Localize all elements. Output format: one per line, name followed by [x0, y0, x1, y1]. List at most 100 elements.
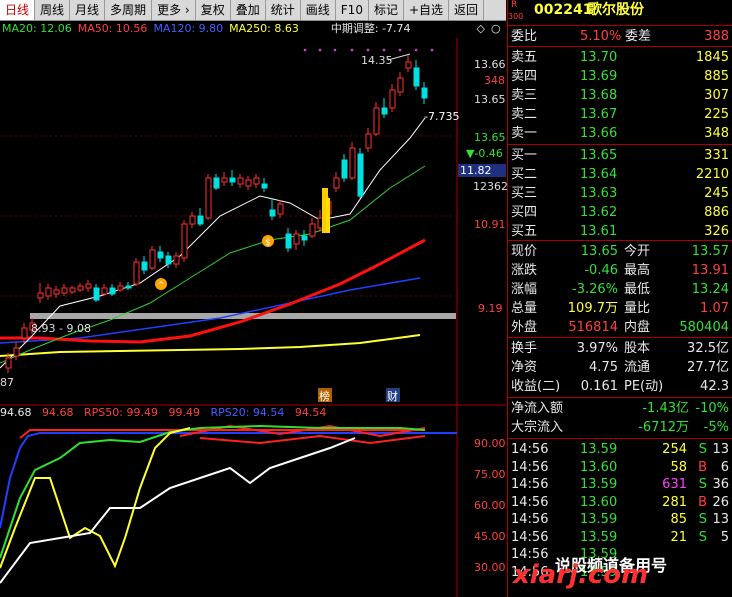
signal-dot	[398, 48, 402, 52]
bid-row[interactable]: 买五 13.61 326	[508, 222, 732, 241]
rps20-yellow-line	[0, 427, 191, 569]
bid-row[interactable]: 买四 13.62 886	[508, 203, 732, 222]
money-bag-icon-glyph: $	[265, 238, 271, 248]
quote-value-2: 13.57	[691, 244, 729, 259]
settings-diamond-icon[interactable]: ◇	[477, 20, 485, 38]
bid-price: 13.62	[580, 205, 618, 220]
ask-row[interactable]: 卖三 13.68 307	[508, 86, 732, 105]
tab-daily[interactable]: 日线	[0, 0, 36, 20]
candle-body	[85, 283, 92, 289]
ask-price: 13.69	[580, 69, 618, 84]
ask-label: 卖一	[511, 126, 538, 141]
rps20-label: RPS20: 94.54	[210, 406, 285, 419]
tick-side: B	[698, 494, 707, 510]
tick-time: 14:56	[511, 494, 549, 510]
quote-label-2: 今开	[624, 244, 651, 259]
tick-price: 13.60	[580, 494, 618, 510]
flow-row[interactable]: 净流入额 -1.43亿 -10%	[508, 399, 732, 418]
candle-body	[109, 287, 116, 295]
quote-row[interactable]: 现价 13.65 今开 13.57	[508, 242, 732, 261]
tab-weekly[interactable]: 周线	[35, 0, 71, 20]
fin-label: 净资	[511, 360, 538, 375]
tick-row[interactable]: 14:56 13.59 631 S 36	[508, 476, 732, 493]
candle-body	[245, 179, 252, 187]
tick-row[interactable]: 14:56 13.59 254 S 13	[508, 441, 732, 458]
candle-body	[157, 251, 164, 259]
tick-row[interactable]: 14:56 13.60 58 B 6	[508, 459, 732, 476]
quote-row[interactable]: 涨跌 -0.46 最高 13.91	[508, 261, 732, 280]
overlay-button[interactable]: 叠加	[231, 0, 266, 20]
flow-row[interactable]: 大宗流入 -6712万 -5%	[508, 418, 732, 437]
ask-row[interactable]: 卖五 13.70 1845	[508, 48, 732, 67]
candle-body	[101, 287, 108, 295]
ask-volume: 885	[704, 69, 729, 84]
fin-value: 4.75	[589, 360, 618, 375]
quote-row[interactable]: 总量 109.7万 量比 1.07	[508, 299, 732, 318]
candle-body	[181, 223, 188, 259]
fin-value: 3.97%	[576, 341, 618, 356]
bid-row[interactable]: 买一 13.65 331	[508, 146, 732, 165]
stock-code: 002241	[534, 2, 593, 18]
tick-volume: 254	[662, 442, 687, 457]
flow-label: 大宗流入	[511, 420, 564, 435]
tick-time: 14:56	[511, 529, 549, 545]
tick-volume: 58	[670, 459, 687, 475]
candle-body	[293, 233, 300, 245]
tick-count: 13	[712, 442, 729, 457]
left-bottom-label: 87	[0, 376, 14, 389]
candle-body	[253, 177, 260, 185]
high-price-label: 14.35	[361, 54, 393, 67]
fin-row[interactable]: 换手 3.97% 股本 32.5亿	[508, 339, 732, 358]
tick-price: 13.59	[580, 529, 618, 545]
ask-label: 卖三	[511, 88, 538, 103]
tick-volume: 281	[662, 494, 687, 510]
ma50-label: MA50: 10.56	[77, 22, 148, 35]
rps-legend: 94.68 94.68 RPS50: 99.49 99.49 RPS20: 94…	[0, 405, 470, 421]
fin-row[interactable]: 净资 4.75 流通 27.7亿	[508, 358, 732, 377]
candle-body	[301, 235, 308, 241]
tick-side: B	[698, 459, 707, 475]
statistics-button[interactable]: 统计	[266, 0, 301, 20]
fin-row[interactable]: 收益(二) 0.161 PE(动) 42.3	[508, 377, 732, 396]
candle-body	[397, 77, 404, 93]
bid-row[interactable]: 买二 13.64 2210	[508, 165, 732, 184]
kline-chart[interactable]: ^ $ 14.35 -7.735 8.93 - 9.08 87 榜 财	[0, 38, 506, 597]
quote-row[interactable]: 外盘 516814 内盘 580404	[508, 318, 732, 337]
candle-body	[133, 261, 140, 285]
candle-body	[69, 287, 76, 293]
tab-more[interactable]: 更多 ›	[152, 0, 196, 20]
bid-row[interactable]: 买三 13.63 245	[508, 184, 732, 203]
tab-monthly[interactable]: 月线	[70, 0, 106, 20]
candle-body	[117, 285, 124, 291]
tick-row[interactable]: 14:56 13.59 21 S 5	[508, 529, 732, 546]
candle-body	[205, 177, 212, 219]
weibi-row: 委比 5.10% 委差 388	[508, 27, 732, 46]
signal-dot	[333, 48, 337, 52]
flow-label: 净流入额	[511, 401, 564, 416]
ask-row[interactable]: 卖一 13.66 348	[508, 124, 732, 143]
adjust-button[interactable]: 复权	[196, 0, 231, 20]
quote-row[interactable]: 涨幅 -3.26% 最低 13.24	[508, 280, 732, 299]
collapse-circle-icon[interactable]: ○	[491, 20, 501, 38]
tick-time: 14:56	[511, 512, 549, 527]
candle-body	[5, 357, 12, 369]
fin-label-2: 股本	[624, 341, 651, 356]
tick-row[interactable]: 14:56 13.59 85 S 13	[508, 511, 732, 528]
tick-volume: 631	[662, 477, 687, 492]
flow-value: -1.43亿	[642, 401, 689, 416]
f10-button[interactable]: F10	[336, 0, 369, 20]
candle-body	[405, 61, 412, 69]
ask-price: 13.66	[580, 126, 618, 141]
add-watchlist-button[interactable]: +自选	[404, 0, 450, 20]
bid-volume: 326	[704, 224, 729, 239]
ask-row[interactable]: 卖四 13.69 885	[508, 67, 732, 86]
ask-row[interactable]: 卖二 13.67 225	[508, 105, 732, 124]
tab-multi-period[interactable]: 多周期	[105, 0, 153, 20]
tick-row[interactable]: 14:56 13.60 281 B 26	[508, 494, 732, 511]
back-button[interactable]: 返回	[449, 0, 485, 20]
draw-line-button[interactable]: 画线	[301, 0, 336, 20]
support-band	[30, 313, 456, 319]
candle-body	[13, 347, 20, 357]
mark-button[interactable]: 标记	[369, 0, 404, 20]
ask-volume: 348	[704, 126, 729, 141]
